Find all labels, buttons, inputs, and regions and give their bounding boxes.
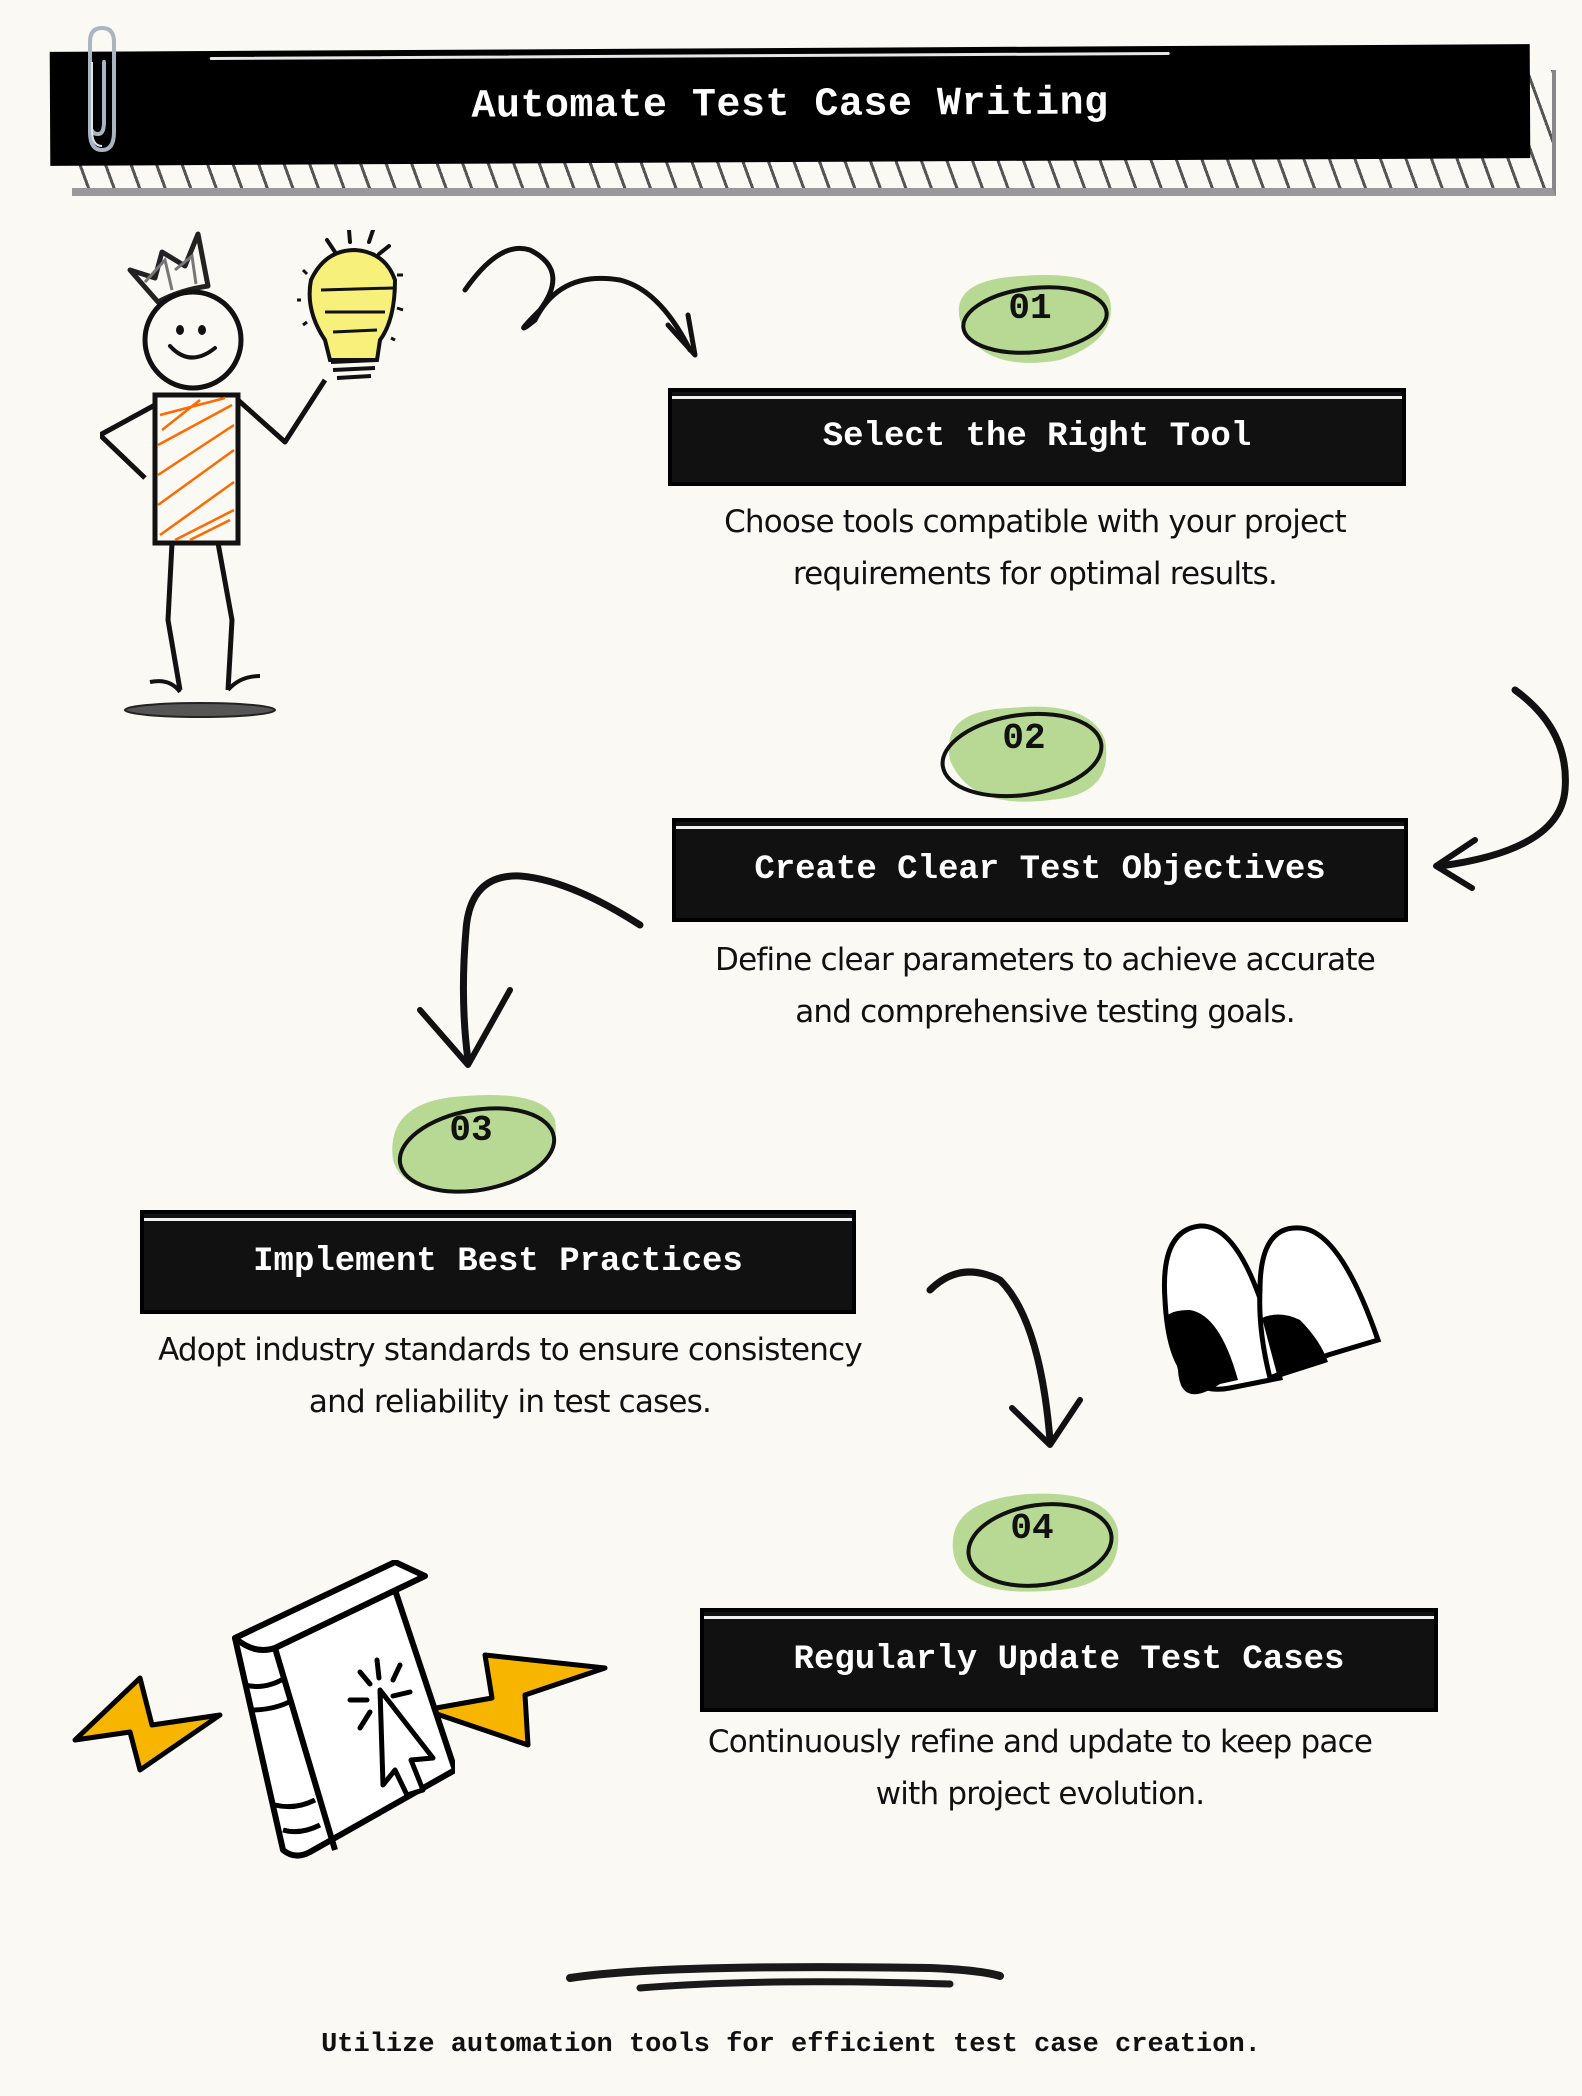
description-line: Adopt industry standards to ensure consi… bbox=[158, 1332, 863, 1368]
curved-arrow-icon bbox=[1433, 686, 1569, 891]
step-1-description: Choose tools compatible with your projec… bbox=[600, 496, 1470, 600]
step-title: Implement Best Practices bbox=[253, 1243, 743, 1281]
lightning-bolt-icon bbox=[72, 1675, 223, 1773]
step-number: 03 bbox=[449, 1110, 493, 1151]
description-line: and reliability in test cases. bbox=[308, 1384, 712, 1420]
quote-marks-icon bbox=[1161, 1223, 1382, 1395]
page-title: Automate Test Case Writing bbox=[471, 80, 1109, 130]
step-number: 04 bbox=[1010, 1508, 1054, 1549]
description-line: Continuously refine and update to keep p… bbox=[707, 1724, 1373, 1760]
step-number: 02 bbox=[1002, 718, 1046, 759]
footer-divider-icon bbox=[566, 1963, 1004, 1992]
step-1-title-bar: Select the Right Tool bbox=[668, 388, 1406, 486]
step-1-badge: 01 bbox=[940, 270, 1120, 370]
banner-highlight bbox=[209, 52, 1170, 61]
step-2-badge: 02 bbox=[940, 700, 1120, 802]
step-3-description: Adopt industry standards to ensure consi… bbox=[60, 1324, 960, 1428]
step-number: 01 bbox=[1008, 288, 1052, 329]
step-title: Create Clear Test Objectives bbox=[754, 851, 1326, 889]
description-line: and comprehensive testing goals. bbox=[795, 994, 1295, 1030]
step-3-badge: 03 bbox=[385, 1090, 565, 1194]
description-line: requirements for optimal results. bbox=[792, 556, 1278, 592]
step-4-description: Continuously refine and update to keep p… bbox=[620, 1716, 1460, 1820]
description-line: Choose tools compatible with your projec… bbox=[724, 504, 1347, 540]
step-title: Regularly Update Test Cases bbox=[793, 1641, 1345, 1679]
description-line: Define clear parameters to achieve accur… bbox=[715, 942, 1376, 978]
curved-arrow-icon bbox=[417, 872, 644, 1068]
lightbulb-icon bbox=[297, 230, 404, 380]
step-title: Select the Right Tool bbox=[822, 418, 1252, 456]
step-2-description: Define clear parameters to achieve accur… bbox=[600, 934, 1490, 1038]
step-4-badge: 04 bbox=[948, 1490, 1128, 1592]
title-banner: Automate Test Case Writing bbox=[49, 44, 1531, 166]
curly-arrow-icon bbox=[462, 245, 698, 358]
book-with-cursor-icon bbox=[232, 1560, 455, 1859]
description-line: with project evolution. bbox=[875, 1776, 1205, 1812]
step-3-title-bar: Implement Best Practices bbox=[140, 1210, 856, 1314]
curved-arrow-icon bbox=[926, 1268, 1083, 1448]
step-2-title-bar: Create Clear Test Objectives bbox=[672, 818, 1408, 922]
paperclip-icon bbox=[88, 25, 116, 153]
footer-tagline: Utilize automation tools for efficient t… bbox=[321, 2030, 1261, 2060]
step-4-title-bar: Regularly Update Test Cases bbox=[700, 1608, 1438, 1712]
